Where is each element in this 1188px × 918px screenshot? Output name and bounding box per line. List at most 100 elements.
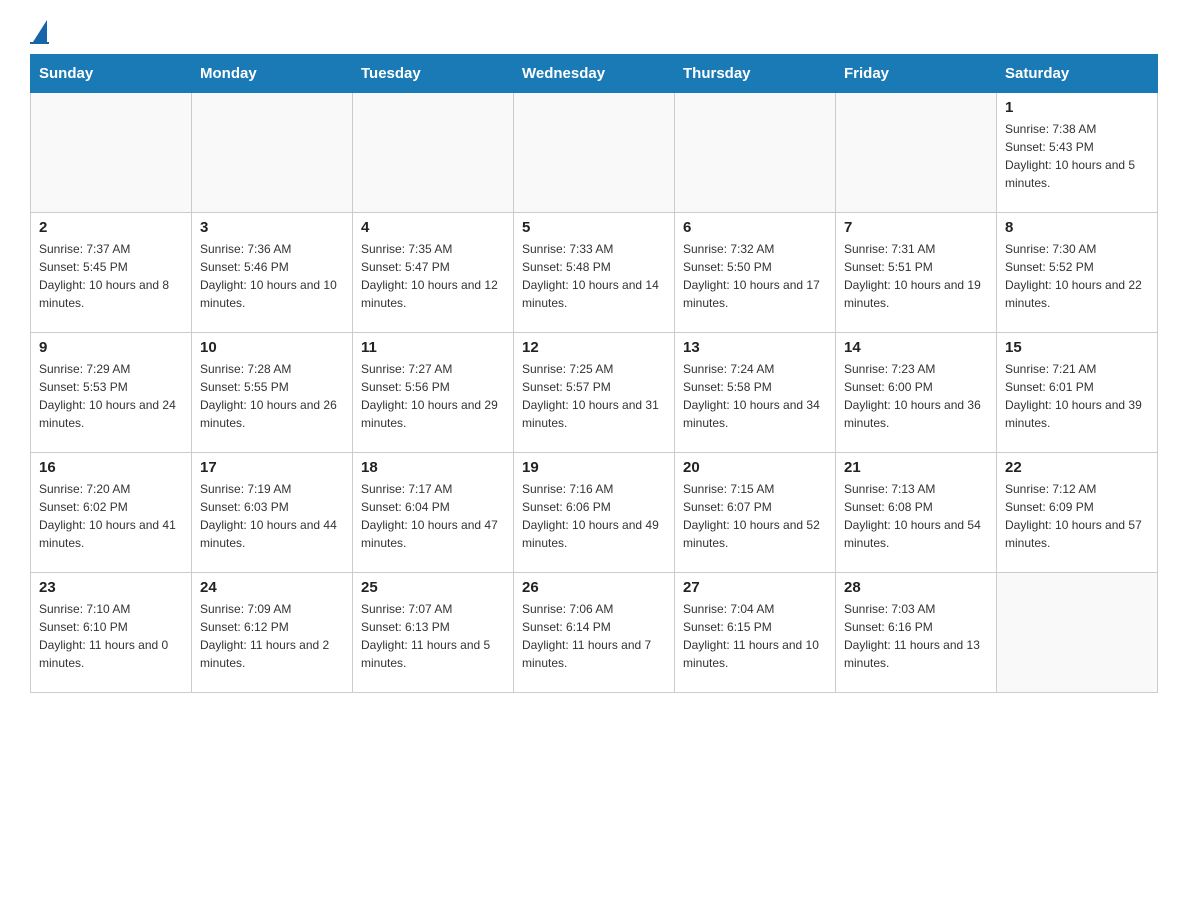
weekday-header-sunday: Sunday — [31, 55, 192, 93]
day-info: Sunrise: 7:33 AMSunset: 5:48 PMDaylight:… — [522, 240, 666, 312]
day-info: Sunrise: 7:28 AMSunset: 5:55 PMDaylight:… — [200, 360, 344, 432]
calendar-cell: 8 Sunrise: 7:30 AMSunset: 5:52 PMDaylight… — [997, 213, 1158, 333]
page-header — [30, 20, 1158, 44]
weekday-header-saturday: Saturday — [997, 55, 1158, 93]
week-row-1: 1 Sunrise: 7:38 AMSunset: 5:43 PMDaylight… — [31, 93, 1158, 213]
day-info: Sunrise: 7:32 AMSunset: 5:50 PMDaylight:… — [683, 240, 827, 312]
calendar-cell: 17 Sunrise: 7:19 AMSunset: 6:03 PMDayligh… — [192, 453, 353, 573]
day-number: 3 — [200, 219, 344, 236]
calendar-cell — [675, 93, 836, 213]
calendar-cell: 23 Sunrise: 7:10 AMSunset: 6:10 PMDayligh… — [31, 573, 192, 693]
day-info: Sunrise: 7:13 AMSunset: 6:08 PMDaylight:… — [844, 480, 988, 552]
calendar-cell: 7Sunrise: 7:31 AMSunset: 5:51 PMDaylight… — [836, 213, 997, 333]
calendar-cell: 10 Sunrise: 7:28 AMSunset: 5:55 PMDayligh… — [192, 333, 353, 453]
day-number: 18 — [361, 459, 505, 476]
day-number: 14 — [844, 339, 988, 356]
calendar-cell: 27 Sunrise: 7:04 AMSunset: 6:15 PMDayligh… — [675, 573, 836, 693]
day-info: Sunrise: 7:12 AMSunset: 6:09 PMDaylight:… — [1005, 480, 1149, 552]
calendar-cell — [31, 93, 192, 213]
day-info: Sunrise: 7:15 AMSunset: 6:07 PMDaylight:… — [683, 480, 827, 552]
calendar-table: SundayMondayTuesdayWednesdayThursdayFrid… — [30, 54, 1158, 693]
day-number: 9 — [39, 339, 183, 356]
calendar-cell: 26 Sunrise: 7:06 AMSunset: 6:14 PMDayligh… — [514, 573, 675, 693]
day-info: Sunrise: 7:03 AMSunset: 6:16 PMDaylight:… — [844, 600, 988, 672]
calendar-cell: 12 Sunrise: 7:25 AMSunset: 5:57 PMDayligh… — [514, 333, 675, 453]
day-info: Sunrise: 7:07 AMSunset: 6:13 PMDaylight:… — [361, 600, 505, 672]
day-info: Sunrise: 7:20 AMSunset: 6:02 PMDaylight:… — [39, 480, 183, 552]
week-row-5: 23 Sunrise: 7:10 AMSunset: 6:10 PMDayligh… — [31, 573, 1158, 693]
calendar-cell: 14 Sunrise: 7:23 AMSunset: 6:00 PMDayligh… — [836, 333, 997, 453]
day-info: Sunrise: 7:35 AMSunset: 5:47 PMDaylight:… — [361, 240, 505, 312]
calendar-cell: 6 Sunrise: 7:32 AMSunset: 5:50 PMDaylight… — [675, 213, 836, 333]
week-row-3: 9Sunrise: 7:29 AMSunset: 5:53 PMDaylight… — [31, 333, 1158, 453]
calendar-cell: 28 Sunrise: 7:03 AMSunset: 6:16 PMDayligh… — [836, 573, 997, 693]
day-number: 2 — [39, 219, 183, 236]
day-number: 12 — [522, 339, 666, 356]
calendar-cell: 24 Sunrise: 7:09 AMSunset: 6:12 PMDayligh… — [192, 573, 353, 693]
calendar-cell — [836, 93, 997, 213]
calendar-cell — [192, 93, 353, 213]
day-number: 20 — [683, 459, 827, 476]
calendar-cell: 4 Sunrise: 7:35 AMSunset: 5:47 PMDaylight… — [353, 213, 514, 333]
day-number: 27 — [683, 579, 827, 596]
logo-underline — [30, 42, 49, 44]
day-number: 6 — [683, 219, 827, 236]
day-number: 19 — [522, 459, 666, 476]
calendar-cell: 11 Sunrise: 7:27 AMSunset: 5:56 PMDayligh… — [353, 333, 514, 453]
day-info: Sunrise: 7:10 AMSunset: 6:10 PMDaylight:… — [39, 600, 183, 672]
calendar-cell: 25 Sunrise: 7:07 AMSunset: 6:13 PMDayligh… — [353, 573, 514, 693]
week-row-2: 2Sunrise: 7:37 AMSunset: 5:45 PMDaylight… — [31, 213, 1158, 333]
day-number: 23 — [39, 579, 183, 596]
day-info: Sunrise: 7:30 AMSunset: 5:52 PMDaylight:… — [1005, 240, 1149, 312]
day-number: 17 — [200, 459, 344, 476]
calendar-cell: 1 Sunrise: 7:38 AMSunset: 5:43 PMDaylight… — [997, 93, 1158, 213]
day-number: 26 — [522, 579, 666, 596]
day-number: 25 — [361, 579, 505, 596]
calendar-cell: 19 Sunrise: 7:16 AMSunset: 6:06 PMDayligh… — [514, 453, 675, 573]
day-number: 10 — [200, 339, 344, 356]
day-number: 1 — [1005, 99, 1149, 116]
day-number: 22 — [1005, 459, 1149, 476]
day-info: Sunrise: 7:31 AMSunset: 5:51 PMDaylight:… — [844, 240, 988, 312]
day-number: 4 — [361, 219, 505, 236]
day-number: 15 — [1005, 339, 1149, 356]
calendar-cell — [353, 93, 514, 213]
weekday-header-monday: Monday — [192, 55, 353, 93]
day-number: 16 — [39, 459, 183, 476]
calendar-cell: 9Sunrise: 7:29 AMSunset: 5:53 PMDaylight… — [31, 333, 192, 453]
day-info: Sunrise: 7:19 AMSunset: 6:03 PMDaylight:… — [200, 480, 344, 552]
day-info: Sunrise: 7:25 AMSunset: 5:57 PMDaylight:… — [522, 360, 666, 432]
logo — [30, 20, 49, 44]
day-number: 5 — [522, 219, 666, 236]
day-number: 21 — [844, 459, 988, 476]
day-info: Sunrise: 7:24 AMSunset: 5:58 PMDaylight:… — [683, 360, 827, 432]
logo-arrow-icon — [33, 20, 47, 42]
day-info: Sunrise: 7:16 AMSunset: 6:06 PMDaylight:… — [522, 480, 666, 552]
weekday-header-thursday: Thursday — [675, 55, 836, 93]
calendar-cell: 21 Sunrise: 7:13 AMSunset: 6:08 PMDayligh… — [836, 453, 997, 573]
day-number: 28 — [844, 579, 988, 596]
calendar-cell: 13 Sunrise: 7:24 AMSunset: 5:58 PMDayligh… — [675, 333, 836, 453]
weekday-header-friday: Friday — [836, 55, 997, 93]
calendar-cell: 3Sunrise: 7:36 AMSunset: 5:46 PMDaylight… — [192, 213, 353, 333]
day-info: Sunrise: 7:38 AMSunset: 5:43 PMDaylight:… — [1005, 120, 1149, 192]
calendar-cell: 15 Sunrise: 7:21 AMSunset: 6:01 PMDayligh… — [997, 333, 1158, 453]
weekday-header-tuesday: Tuesday — [353, 55, 514, 93]
weekday-header-row: SundayMondayTuesdayWednesdayThursdayFrid… — [31, 55, 1158, 93]
day-number: 24 — [200, 579, 344, 596]
calendar-cell — [514, 93, 675, 213]
day-number: 13 — [683, 339, 827, 356]
day-info: Sunrise: 7:27 AMSunset: 5:56 PMDaylight:… — [361, 360, 505, 432]
day-info: Sunrise: 7:23 AMSunset: 6:00 PMDaylight:… — [844, 360, 988, 432]
day-info: Sunrise: 7:04 AMSunset: 6:15 PMDaylight:… — [683, 600, 827, 672]
calendar-cell: 5 Sunrise: 7:33 AMSunset: 5:48 PMDaylight… — [514, 213, 675, 333]
day-number: 11 — [361, 339, 505, 356]
calendar-cell: 20 Sunrise: 7:15 AMSunset: 6:07 PMDayligh… — [675, 453, 836, 573]
day-info: Sunrise: 7:21 AMSunset: 6:01 PMDaylight:… — [1005, 360, 1149, 432]
calendar-cell: 22 Sunrise: 7:12 AMSunset: 6:09 PMDayligh… — [997, 453, 1158, 573]
day-number: 8 — [1005, 219, 1149, 236]
day-info: Sunrise: 7:09 AMSunset: 6:12 PMDaylight:… — [200, 600, 344, 672]
calendar-cell: 16 Sunrise: 7:20 AMSunset: 6:02 PMDayligh… — [31, 453, 192, 573]
day-info: Sunrise: 7:06 AMSunset: 6:14 PMDaylight:… — [522, 600, 666, 672]
week-row-4: 16 Sunrise: 7:20 AMSunset: 6:02 PMDayligh… — [31, 453, 1158, 573]
